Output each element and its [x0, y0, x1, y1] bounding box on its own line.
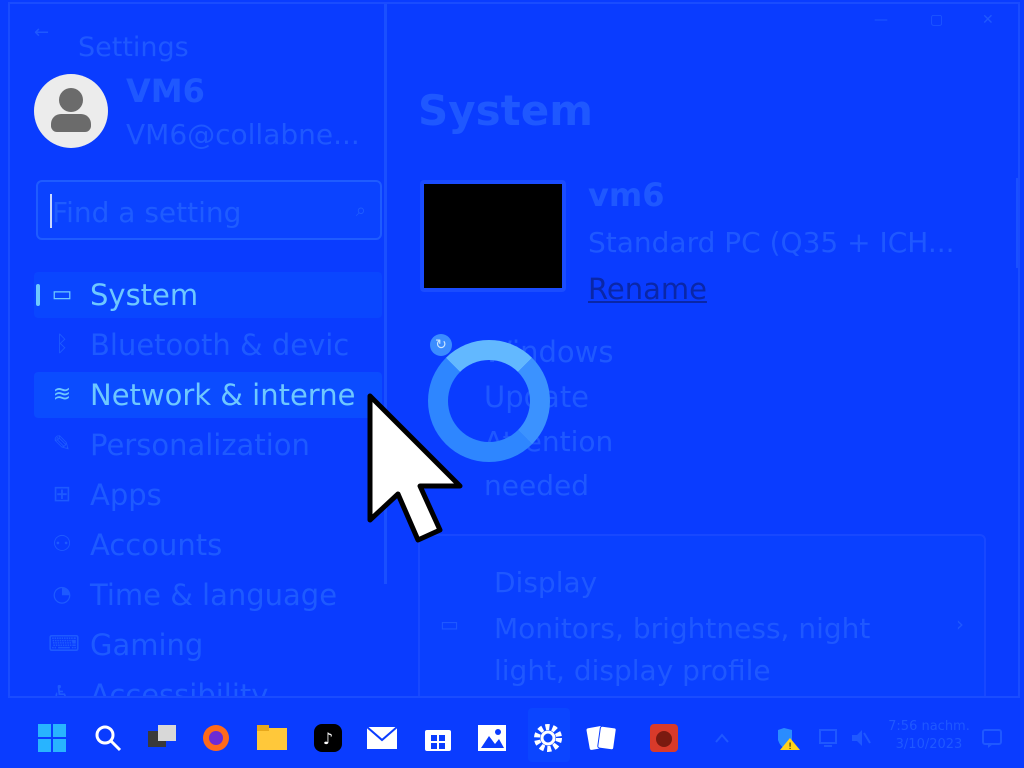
clock-date: 3/10/2023: [895, 737, 963, 752]
person-icon: ⚇: [52, 532, 72, 557]
clock[interactable]: 7:56 nachm. 3/10/2023: [888, 718, 970, 754]
firefox-icon[interactable]: [200, 722, 232, 754]
sidebar-item-label: Network & interne: [90, 378, 356, 412]
selection-indicator: [36, 284, 40, 306]
user-name: VM6: [126, 72, 205, 110]
sidebar-item-label: Bluetooth & devic: [90, 328, 350, 362]
sidebar-item-network[interactable]: ≋ Network & interne: [34, 372, 382, 418]
avatar[interactable]: [34, 74, 108, 148]
sidebar-item-system[interactable]: ▭ System: [34, 272, 382, 318]
nav-list: ▭ System ᛒ Bluetooth & devic ≋ Network &…: [34, 272, 382, 698]
svg-text:♪: ♪: [323, 729, 333, 748]
solitaire-icon[interactable]: [586, 722, 618, 754]
sidebar-item-label: Apps: [90, 478, 162, 512]
device-image: [420, 180, 566, 292]
sidebar-item-label: System: [90, 278, 199, 312]
accessibility-icon: ♿: [52, 682, 72, 698]
taskbar: ♪ ! 7:56 nachm. 3/10/2023: [0, 708, 1024, 768]
volume-icon[interactable]: [844, 722, 876, 754]
search-input[interactable]: Find a setting ⌕: [36, 180, 382, 240]
defender-warning-icon[interactable]: !: [772, 722, 804, 754]
photos-icon[interactable]: [476, 722, 508, 754]
brush-icon: ✎: [52, 432, 72, 457]
settings-window: — ▢ ✕ ← Settings VM6 VM6@collabne... Fin…: [8, 2, 1020, 698]
sidebar-item-label: Accounts: [90, 528, 223, 562]
device-model: Standard PC (Q35 + ICH...: [588, 226, 955, 259]
search-icon[interactable]: ⌕: [356, 200, 366, 221]
task-view-icon[interactable]: [146, 722, 178, 754]
sidebar-item-label: Time & language: [90, 578, 338, 612]
start-icon[interactable]: [36, 722, 68, 754]
card-title: Display: [494, 566, 598, 599]
display-card[interactable]: ▭ Display Monitors, brightness, night li…: [418, 534, 986, 696]
settings-gear-icon[interactable]: [532, 722, 564, 754]
mouse-cursor-icon: [367, 393, 463, 543]
person-icon: [59, 88, 83, 112]
content-scrollbar[interactable]: [1016, 178, 1018, 268]
user-email: VM6@collabne...: [126, 118, 360, 151]
sidebar-item-label: Gaming: [90, 628, 204, 662]
back-arrow-icon[interactable]: ←: [34, 22, 49, 43]
search-placeholder: Find a setting: [52, 196, 242, 229]
store-icon[interactable]: [422, 722, 454, 754]
file-explorer-icon[interactable]: [256, 722, 288, 754]
sidebar-item-bluetooth[interactable]: ᛒ Bluetooth & devic: [34, 322, 382, 368]
gamepad-icon: ⌨: [48, 632, 80, 657]
card-description: Monitors, brightness, night light, displ…: [494, 612, 871, 687]
rename-link[interactable]: Rename: [588, 272, 707, 306]
sidebar-item-time-language[interactable]: ◔ Time & language: [34, 572, 382, 618]
sidebar-item-gaming[interactable]: ⌨ Gaming: [34, 622, 382, 668]
update-icon: ↻: [430, 334, 452, 356]
sidebar-item-label: Personalization: [90, 428, 310, 462]
bluetooth-icon: ᛒ: [55, 332, 69, 357]
sidebar-item-personalization[interactable]: ✎ Personalization: [34, 422, 382, 468]
sidebar: ← Settings VM6 VM6@collabne... Find a se…: [10, 4, 388, 696]
clock-globe-icon: ◔: [52, 582, 72, 607]
app-title: Settings: [78, 32, 189, 63]
game-app-icon[interactable]: [648, 722, 680, 754]
device-name: vm6: [588, 176, 665, 214]
sidebar-item-label: Accessibility: [90, 678, 269, 698]
clock-time: 7:56 nachm.: [888, 719, 970, 734]
wifi-icon: ≋: [52, 382, 72, 407]
apps-icon: ⊞: [52, 482, 72, 507]
monitor-icon: ▭: [440, 612, 459, 636]
network-icon[interactable]: [812, 722, 844, 754]
search-icon[interactable]: [92, 722, 124, 754]
page-title: System: [418, 86, 593, 135]
sidebar-item-apps[interactable]: ⊞ Apps: [34, 472, 382, 518]
chevron-right-icon: ›: [956, 612, 964, 636]
sidebar-item-accounts[interactable]: ⚇ Accounts: [34, 522, 382, 568]
chevron-up-icon[interactable]: [706, 722, 738, 754]
tiktok-icon[interactable]: ♪: [312, 722, 344, 754]
notification-icon[interactable]: [976, 722, 1008, 754]
sidebar-item-accessibility[interactable]: ♿ Accessibility: [34, 672, 382, 698]
monitor-icon: ▭: [51, 282, 73, 307]
main-content: System vm6 Standard PC (Q35 + ICH... Ren…: [388, 4, 1018, 696]
svg-text:!: !: [788, 742, 792, 752]
mail-icon[interactable]: [366, 722, 398, 754]
